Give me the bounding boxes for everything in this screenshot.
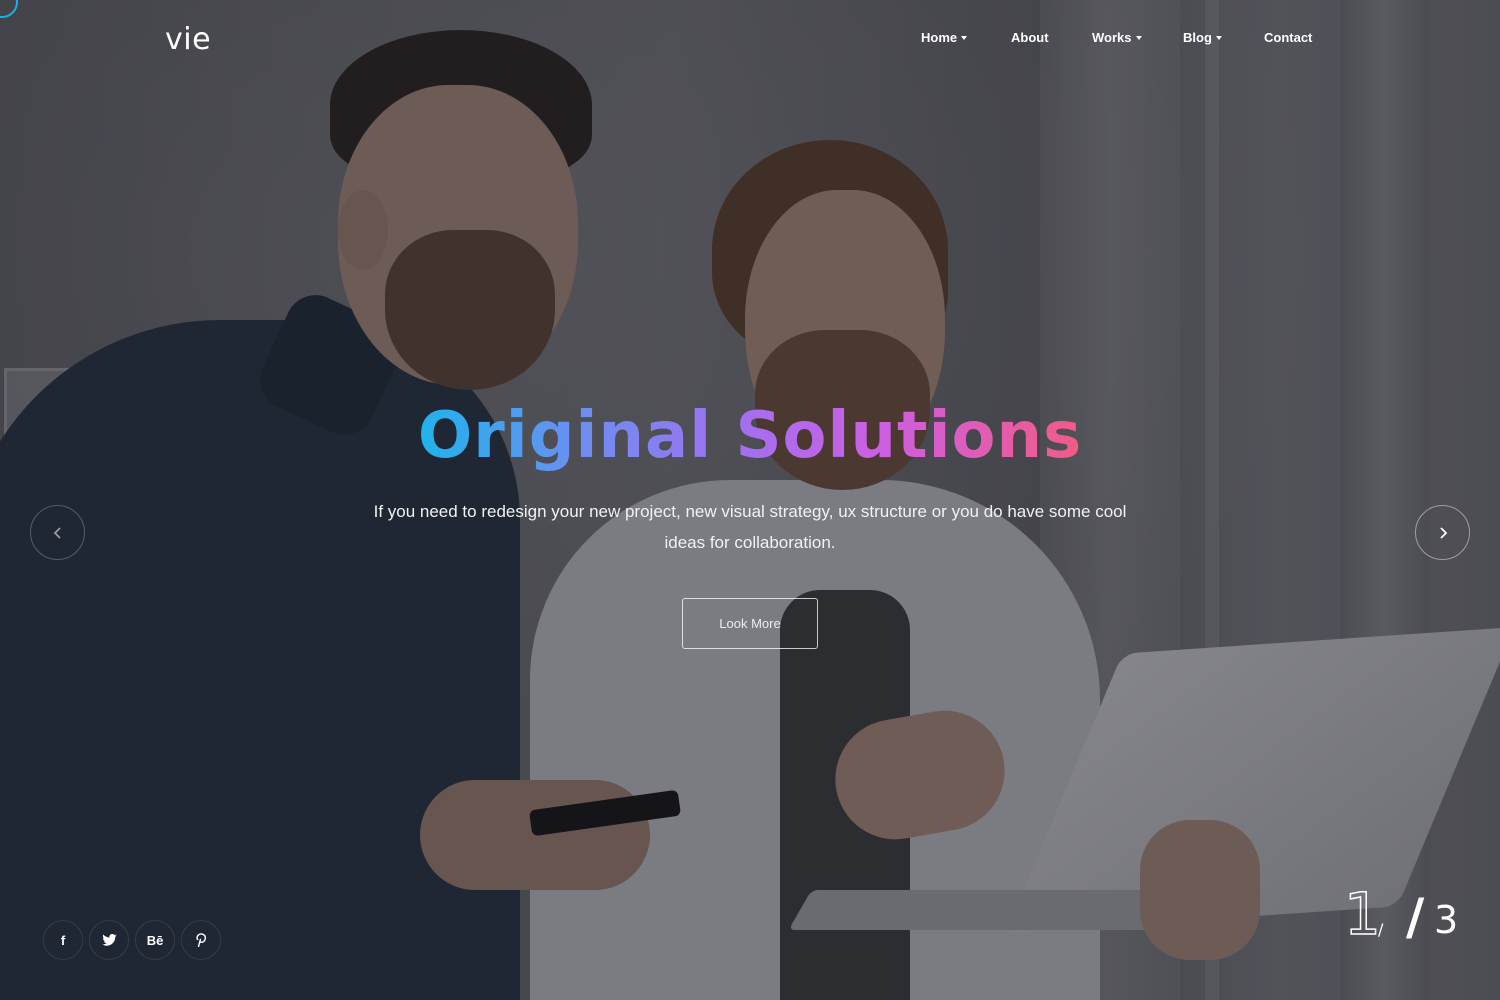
slide-current: 1 [1343, 879, 1381, 949]
slider-prev-button[interactable] [30, 505, 85, 560]
nav-home[interactable]: Home [921, 30, 968, 45]
caret-down-icon [961, 35, 968, 40]
facebook-link[interactable]: f [43, 920, 83, 960]
nav-contact-label: Contact [1264, 30, 1313, 45]
hero-subtitle: If you need to redesign your new project… [373, 502, 1127, 552]
chevron-right-icon [1439, 526, 1447, 539]
nav-home-label: Home [921, 30, 958, 45]
facebook-icon: f [60, 932, 66, 948]
hero-headline-text: Original Solutions [417, 399, 1083, 473]
slide-separator: / [1406, 888, 1425, 946]
slide-total: 3 [1434, 898, 1459, 942]
slide-small-separator: / [1378, 920, 1384, 939]
hero-headline: Original Solutions [0, 398, 1500, 474]
twitter-icon [101, 934, 117, 946]
nav-about-label: About [1011, 30, 1049, 45]
caret-down-icon [1215, 35, 1222, 40]
slider-next-button[interactable] [1415, 505, 1470, 560]
behance-icon: Bē [146, 932, 164, 948]
nav-works-label: Works [1092, 30, 1132, 45]
nav-about[interactable]: About [1011, 30, 1049, 45]
nav-works[interactable]: Works [1092, 30, 1142, 45]
nav-blog[interactable]: Blog [1183, 30, 1222, 45]
pinterest-link[interactable] [181, 920, 221, 960]
caret-down-icon [1135, 35, 1142, 40]
logo[interactable]: vie [165, 22, 211, 57]
behance-link[interactable]: Bē [135, 920, 175, 960]
look-more-button[interactable]: Look More [682, 598, 818, 649]
chevron-left-icon [53, 526, 61, 539]
pinterest-icon [195, 933, 206, 947]
twitter-link[interactable] [89, 920, 129, 960]
nav-blog-label: Blog [1183, 30, 1212, 45]
slide-counter: 1 / / 3 [1340, 879, 1470, 950]
nav-contact[interactable]: Contact [1264, 30, 1312, 45]
